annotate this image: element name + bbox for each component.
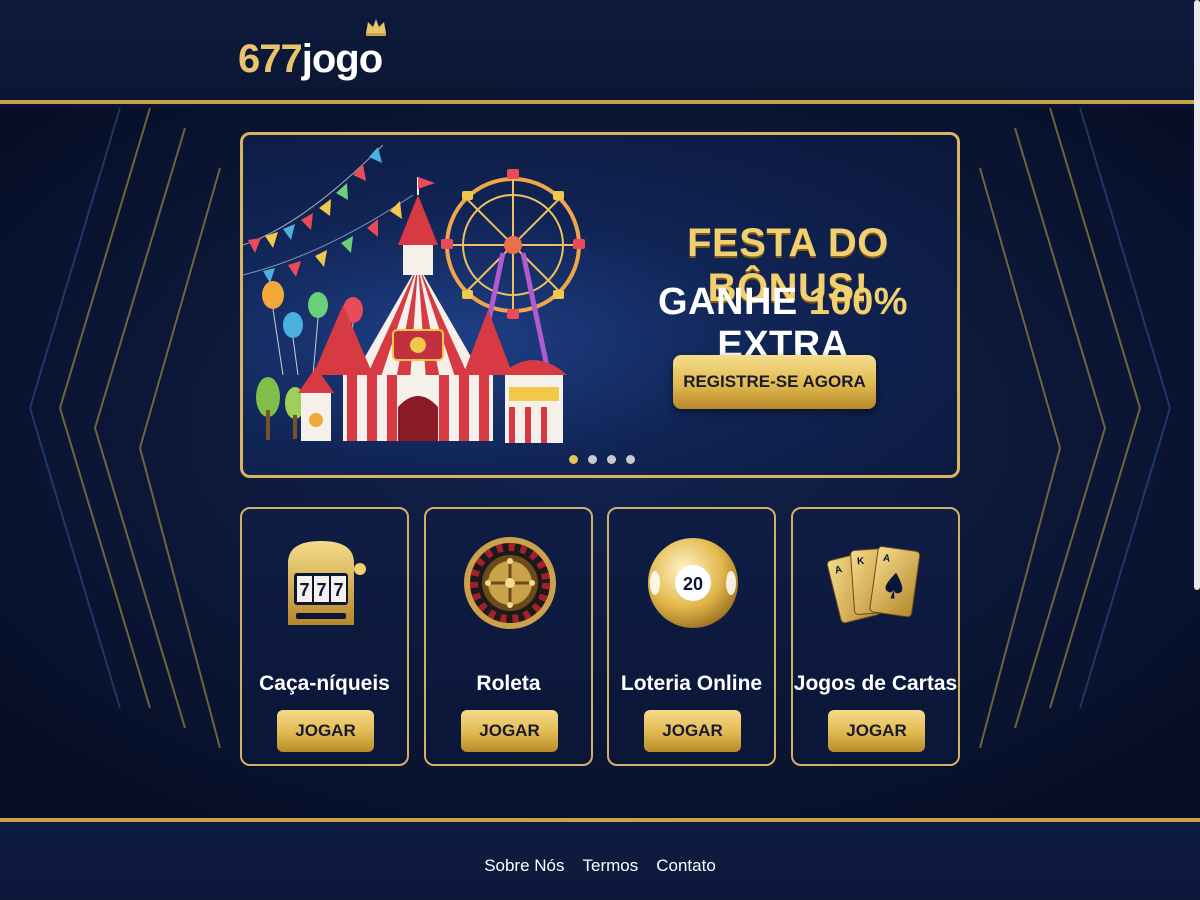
card-title: Loteria Online	[620, 672, 763, 695]
site-logo[interactable]: 677 jogo	[238, 19, 387, 82]
card-cards[interactable]: A K A Jogos de Cartas JOGAR	[791, 507, 960, 766]
playing-cards-icon: A K A	[827, 546, 921, 624]
card-roulette[interactable]: Roleta JOGAR	[424, 507, 593, 766]
card-title: Jogos de Cartas	[793, 672, 958, 695]
register-now-button[interactable]: REGISTRE-SE AGORA	[673, 355, 876, 409]
slot-reel-text: 7	[299, 580, 309, 600]
footer-links: Sobre Nós Termos Contato	[0, 856, 1200, 876]
subtitle-pre: GANHE	[658, 281, 809, 323]
promo-banner[interactable]: FESTA DO BÔNUS! GANHE 100% EXTRA REGISTR…	[240, 132, 960, 478]
card-lottery[interactable]: 20 Loteria Online JOGAR	[607, 507, 776, 766]
game-categories: 7 7 7 Caça-níqueis JOGAR Roleta JOGAR 20…	[240, 507, 960, 767]
footer-link-contact[interactable]: Contato	[656, 856, 716, 876]
play-button[interactable]: JOGAR	[828, 710, 925, 752]
play-button[interactable]: JOGAR	[277, 710, 374, 752]
logo-word: jogo	[301, 19, 387, 82]
site-header: 677 jogo	[0, 0, 1200, 104]
carousel-dot[interactable]	[588, 455, 597, 464]
card-title: Caça-níqueis	[259, 672, 390, 695]
logo-number: 677	[238, 37, 303, 81]
slot-reel-text: 7	[333, 580, 343, 600]
footer-link-about[interactable]: Sobre Nós	[484, 856, 564, 876]
logo-word-text: jogo	[301, 37, 383, 81]
roulette-icon	[464, 537, 556, 629]
subtitle-highlight: 100%	[808, 281, 908, 323]
card-slots[interactable]: 7 7 7 Caça-níqueis JOGAR	[240, 507, 409, 766]
carnival-illustration	[243, 144, 585, 443]
lottery-ball-icon: 20	[648, 538, 738, 628]
crown-icon	[366, 19, 387, 36]
carousel-dots	[569, 455, 635, 464]
play-button[interactable]: JOGAR	[461, 710, 558, 752]
scrollbar-thumb[interactable]	[1194, 0, 1200, 590]
ball-number: 20	[683, 574, 703, 594]
card-title: Roleta	[476, 672, 541, 695]
slot-reel-text: 7	[316, 580, 326, 600]
carousel-dot[interactable]	[607, 455, 616, 464]
play-button[interactable]: JOGAR	[644, 710, 741, 752]
carousel-dot[interactable]	[569, 455, 578, 464]
carousel-dot[interactable]	[626, 455, 635, 464]
svg-text:A: A	[882, 553, 891, 565]
slot-machine-icon: 7 7 7	[288, 541, 366, 625]
site-footer: Sobre Nós Termos Contato	[0, 818, 1200, 900]
footer-link-terms[interactable]: Termos	[583, 856, 639, 876]
